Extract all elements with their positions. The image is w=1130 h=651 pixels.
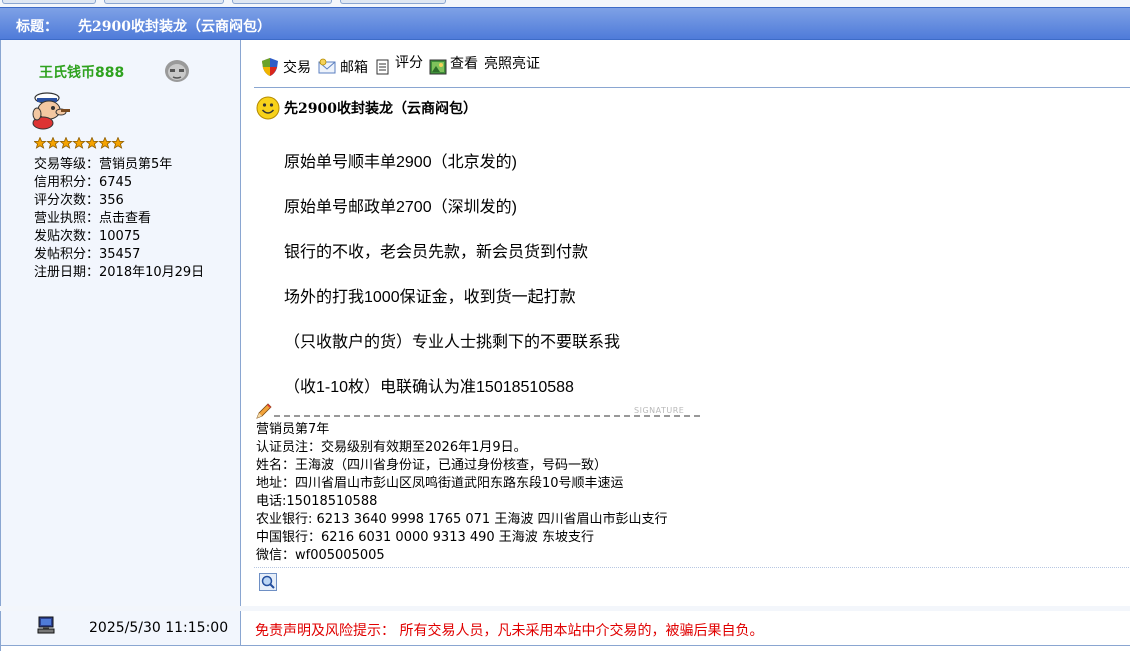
shield-icon [262,58,278,76]
mail-label: 邮箱 [340,60,368,76]
signature-line-5: 电话:15018510588 [256,494,378,509]
post-line-1: 原始单号顺丰单2900（北京发的) [284,154,517,171]
signature-line-1: 营销员第7年 [256,422,330,437]
signature-line-7: 中国银行：6216 6031 0000 9313 490 王海波 东坡支行 [256,530,594,545]
rate-button[interactable]: 评分 [374,55,423,77]
pencil-icon [256,403,272,419]
author-stats: 交易等级：营销员第5年 信用积分：6745 评分次数：356 营业执照：点击查看… [34,156,204,282]
post-frame: 王氏钱币888 交易等级：营销员第5年 信用积分：6745 评分次数：356 营… [0,40,1130,651]
offline-user-icon [165,60,189,82]
bottom-strip [0,606,1130,611]
top-tab-1[interactable] [2,0,96,4]
signature-line-3: 姓名：王海波（四川省身份证，已通过身份核查，号码一致） [256,458,608,473]
author-panel: 王氏钱币888 交易等级：营销员第5年 信用积分：6745 评分次数：356 营… [1,40,241,608]
footer-left-cell: 2025/5/30 11:15:00 [1,609,241,645]
post-time: 2025/5/30 11:15:00 [89,620,229,636]
thread-title-bar: 标题： 先2900收封装龙（云商闷包） [0,7,1130,40]
post-title: 先2900收封装龙（云商闷包） [284,101,477,117]
post-line-5: （只收散户的货）专业人士挑剩下的不要联系我 [284,334,621,351]
toolbar-divider [254,87,1130,88]
post-title-row: 先2900收封装龙（云商闷包） [256,96,477,120]
license-button[interactable]: 亮照亮证 [484,56,540,77]
signature-divider: SIGNATURE [256,403,704,419]
stat-register-date: 注册日期：2018年10月29日 [34,265,205,280]
disclaimer: 免责声明及风险提示： 所有交易人员，凡未采用本站中介交易的，被骗后果自负。 [255,623,764,639]
post-line-3: 银行的不收，老会员先款，新会员货到付款 [284,244,589,261]
post-line-2: 原始单号邮政单2700（深圳发的) [284,199,517,216]
computer-icon [37,616,55,634]
top-tab-strip [0,0,1130,7]
view-label: 查看 [450,56,478,72]
stat-credit: 信用积分：6745 [34,175,133,190]
stat-trade-level: 交易等级：营销员第5年 [34,157,173,172]
stat-rating-count: 评分次数：356 [34,193,124,208]
document-icon [376,59,389,75]
post-toolbar: 交易 邮箱 评分 查看 亮照亮证 [260,54,546,80]
signature-line-8: 微信：wf005005005 [256,548,385,563]
stat-post-points: 发帖积分：35457 [34,247,141,262]
magnifier-icon[interactable] [259,573,277,591]
smiley-icon [256,96,280,120]
post-footer: 2025/5/30 11:15:00 免责声明及风险提示： 所有交易人员，凡未采… [1,608,1130,646]
sailor-avatar-icon[interactable] [31,90,73,132]
top-tab-3[interactable] [232,0,332,4]
signature-line-2: 认证员注：交易级别有效期至2026年1月9日。 [256,440,527,455]
post-body: 原始单号顺丰单2900（北京发的) 原始单号邮政单2700（深圳发的) 银行的不… [284,152,620,422]
thread-title: 先2900收封装龙（云商闷包） [78,19,271,35]
author-name[interactable]: 王氏钱币888 [39,62,124,82]
mail-icon [318,58,336,74]
rate-label: 评分 [395,55,423,71]
top-tab-2[interactable] [104,0,224,4]
rank-stars-icon [34,137,125,149]
top-tab-4[interactable] [340,0,446,4]
picture-icon [429,59,447,75]
signature-badge: SIGNATURE [634,406,684,415]
post-content: 交易 邮箱 评分 查看 亮照亮证 先2900收封装龙（云商闷包） 原始单号顺丰单… [242,40,1130,608]
post-line-4: 场外的打我1000保证金，收到货一起打款 [284,289,576,306]
license-label: 亮照亮证 [484,56,540,72]
stat-post-count: 发贴次数：10075 [34,229,141,244]
stat-business-license[interactable]: 营业执照：点击查看 [34,210,204,228]
content-divider [254,567,1130,568]
signature-block: 营销员第7年 认证员注：交易级别有效期至2026年1月9日。 姓名：王海波（四川… [256,421,667,565]
view-button[interactable]: 查看 [429,56,478,77]
trade-button[interactable]: 交易 [260,57,311,77]
signature-line-6: 农业银行: 6213 3640 9998 1765 071 王海波 四川省眉山市… [256,512,668,527]
signature-line-4: 地址：四川省眉山市彭山区凤鸣街道武阳东路东段10号顺丰速运 [256,476,624,491]
mail-button[interactable]: 邮箱 [317,57,368,77]
trade-label: 交易 [283,60,311,76]
thread-title-label: 标题： [16,19,58,35]
